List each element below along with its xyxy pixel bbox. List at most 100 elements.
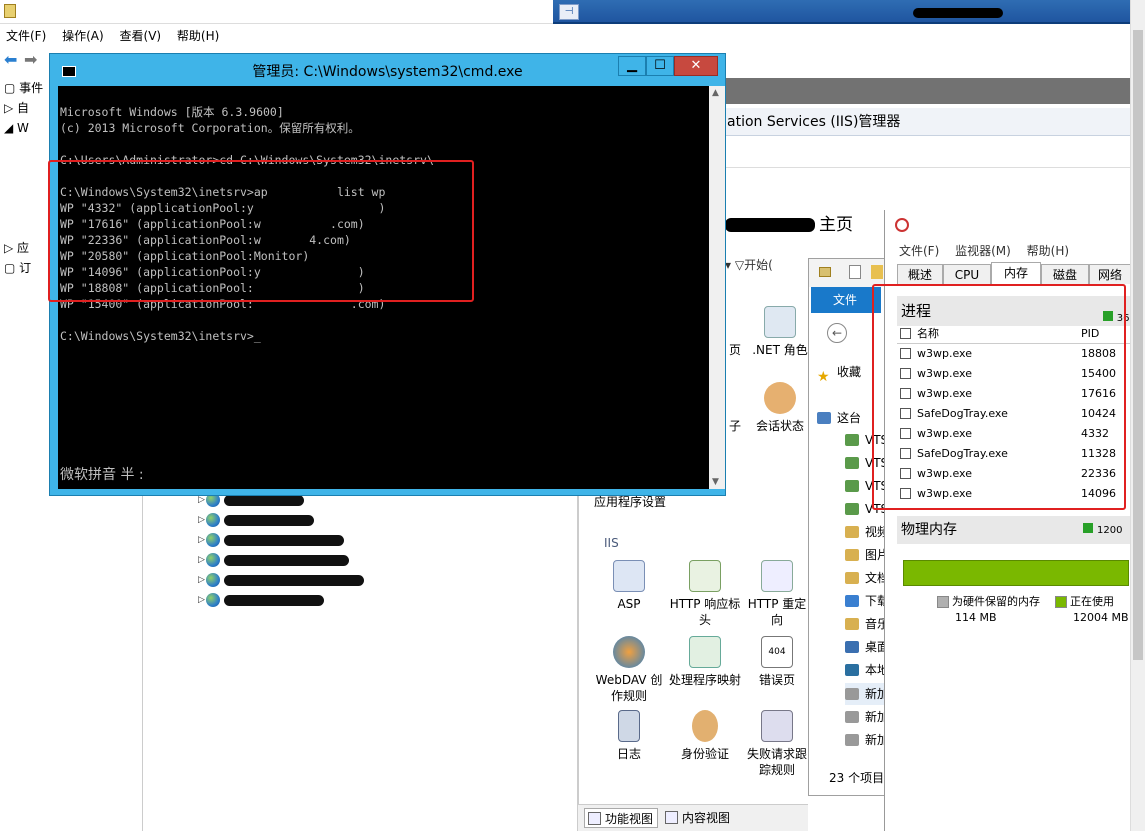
- cmd-scrollbar[interactable]: ▲ ▼: [709, 86, 725, 489]
- feature-http-response-headers[interactable]: HTTP 响应标头: [666, 560, 744, 628]
- iis-filter-toolbar[interactable]: ▾ ▽开始(: [725, 254, 815, 276]
- network-drive-icon: [845, 434, 859, 446]
- network-drive-icon: [845, 480, 859, 492]
- scrollbar-thumb[interactable]: [1133, 30, 1143, 660]
- background-tree: ▢ 事件 ▷ 自 ◢ W ▷ 应 ▢ 订: [0, 78, 50, 278]
- iis-address-bar[interactable]: [725, 140, 1130, 168]
- ime-status: 微软拼音 半 :: [60, 467, 144, 483]
- nav-this-pc[interactable]: 这台: [817, 407, 861, 429]
- feature-handler-mappings[interactable]: 处理程序映射: [666, 636, 744, 688]
- feature-app-settings[interactable]: 应用程序设置: [591, 494, 669, 510]
- feature-error-pages[interactable]: 404 错误页: [742, 636, 812, 688]
- iis-home-title: 主页: [725, 210, 890, 240]
- tab-memory[interactable]: 内存: [991, 262, 1041, 284]
- legend-in-use: 正在使用 12004 MB: [1055, 594, 1129, 626]
- pictures-folder-icon: [845, 549, 859, 561]
- tab-disk[interactable]: 磁盘: [1041, 264, 1089, 284]
- background-menubar: 文件(F) 操作(A) 查看(V) 帮助(H): [0, 24, 560, 46]
- scroll-up-icon[interactable]: ▲: [712, 88, 719, 98]
- tab-content-view[interactable]: 内容视图: [662, 808, 734, 828]
- http-response-headers-icon: [689, 560, 721, 592]
- content-view-icon: [665, 811, 678, 824]
- tree-item[interactable]: ◢ W: [0, 118, 50, 138]
- nav-documents[interactable]: 文档: [845, 567, 889, 589]
- event-viewer-icon: [4, 4, 16, 18]
- cmd-titlebar[interactable]: 管理员: C:\Windows\system32\cmd.exe ▁ ☐ ✕: [50, 54, 725, 86]
- tab-features-view[interactable]: 功能视图: [584, 808, 659, 828]
- tree-item[interactable]: ▷ 自: [0, 98, 50, 118]
- tree-site[interactable]: ▷: [198, 550, 349, 570]
- tm-menu-file[interactable]: 文件(F): [899, 244, 939, 258]
- pin-icon[interactable]: ⊣: [559, 4, 579, 20]
- nav-favorites[interactable]: ★ 收藏: [817, 361, 861, 385]
- tree-item[interactable]: ▢ 订: [0, 258, 50, 278]
- back-icon[interactable]: ←: [827, 323, 847, 343]
- tree-site[interactable]: ▷: [198, 570, 364, 590]
- asp-icon: [613, 560, 645, 592]
- authentication-icon: [692, 710, 718, 742]
- redacted-mask: [224, 554, 349, 566]
- nav-desktop[interactable]: 桌面: [845, 636, 889, 658]
- console-line: (c) 2013 Microsoft Corporation。保留所有权利。: [60, 121, 360, 135]
- new-folder-icon[interactable]: [871, 265, 883, 279]
- minimize-button[interactable]: ▁: [618, 56, 646, 76]
- feature-failed-request-tracing[interactable]: 失败请求跟踪规则: [742, 710, 812, 778]
- session-state-icon: [764, 382, 796, 414]
- task-manager-menubar: 文件(F) 监视器(M) 帮助(H): [885, 240, 1131, 262]
- feature-asp[interactable]: ASP: [590, 560, 668, 612]
- webdav-icon: [613, 636, 645, 668]
- tm-menu-monitor[interactable]: 监视器(M): [955, 244, 1011, 258]
- legend-swatch: [1055, 596, 1067, 608]
- menu-file[interactable]: 文件(F): [0, 24, 52, 47]
- explorer-item-count: 23 个项目: [829, 771, 885, 785]
- iis-gray-bar: [725, 78, 1130, 104]
- downloads-folder-icon: [845, 595, 859, 607]
- nav-volume[interactable]: 新加: [845, 683, 890, 705]
- nav-downloads[interactable]: 下载: [845, 590, 889, 612]
- redacted-mask: [224, 574, 364, 586]
- drive-icon: [845, 711, 859, 723]
- feature-logging[interactable]: 日志: [590, 710, 668, 762]
- error-pages-icon: 404: [761, 636, 793, 668]
- tree-item[interactable]: ▷ 应: [0, 238, 50, 258]
- iis-connections-tree: ▷ ▷ ▷ ▷ ▷ ▷: [142, 490, 578, 831]
- tree-site[interactable]: ▷: [198, 590, 324, 610]
- feature-webdav[interactable]: WebDAV 创作规则: [590, 636, 668, 704]
- tab-network[interactable]: 网络: [1089, 264, 1131, 284]
- tab-cpu[interactable]: CPU: [943, 264, 991, 284]
- menu-action[interactable]: 操作(A): [56, 24, 110, 47]
- nav-volume[interactable]: 新加: [845, 729, 889, 751]
- tab-overview[interactable]: 概述: [897, 264, 943, 284]
- music-folder-icon: [845, 618, 859, 630]
- menu-help[interactable]: 帮助(H): [171, 24, 225, 47]
- usage-indicator-icon: [1083, 523, 1093, 533]
- scroll-down-icon[interactable]: ▼: [712, 477, 719, 487]
- memory-section-header[interactable]: 物理内存 1200: [897, 516, 1131, 544]
- tree-site[interactable]: ▷: [198, 530, 344, 550]
- back-arrow-icon[interactable]: ⬅: [4, 50, 17, 69]
- tree-site[interactable]: ▷: [198, 510, 314, 530]
- explorer-file-tab[interactable]: 文件: [811, 287, 881, 313]
- forward-arrow-icon[interactable]: ➡: [24, 50, 37, 69]
- failed-request-tracing-icon: [761, 710, 793, 742]
- folder-icon[interactable]: [819, 267, 831, 277]
- nav-pictures[interactable]: 图片: [845, 544, 889, 566]
- menu-view[interactable]: 查看(V): [114, 24, 168, 47]
- main-scrollbar[interactable]: [1130, 0, 1145, 831]
- legend-hardware-reserved: 为硬件保留的内存 114 MB: [937, 594, 1040, 626]
- feature-authentication[interactable]: 身份验证: [666, 710, 744, 762]
- globe-icon: [206, 593, 220, 607]
- close-button[interactable]: ✕: [674, 56, 718, 76]
- nav-local-disk[interactable]: 本地: [845, 659, 889, 681]
- console-line: C:\Windows\System32\inetsrv>_: [60, 329, 261, 343]
- tm-menu-help[interactable]: 帮助(H): [1027, 244, 1069, 258]
- nav-volume[interactable]: 新加: [845, 706, 889, 728]
- maximize-button[interactable]: ☐: [646, 56, 674, 76]
- properties-icon[interactable]: [849, 265, 861, 279]
- http-redirect-icon: [761, 560, 793, 592]
- tree-item[interactable]: ▢ 事件: [0, 78, 50, 98]
- redacted-mask: [224, 534, 344, 546]
- nav-music[interactable]: 音乐: [845, 613, 889, 635]
- feature-http-redirect[interactable]: HTTP 重定向: [742, 560, 812, 628]
- nav-videos[interactable]: 视频: [845, 521, 889, 543]
